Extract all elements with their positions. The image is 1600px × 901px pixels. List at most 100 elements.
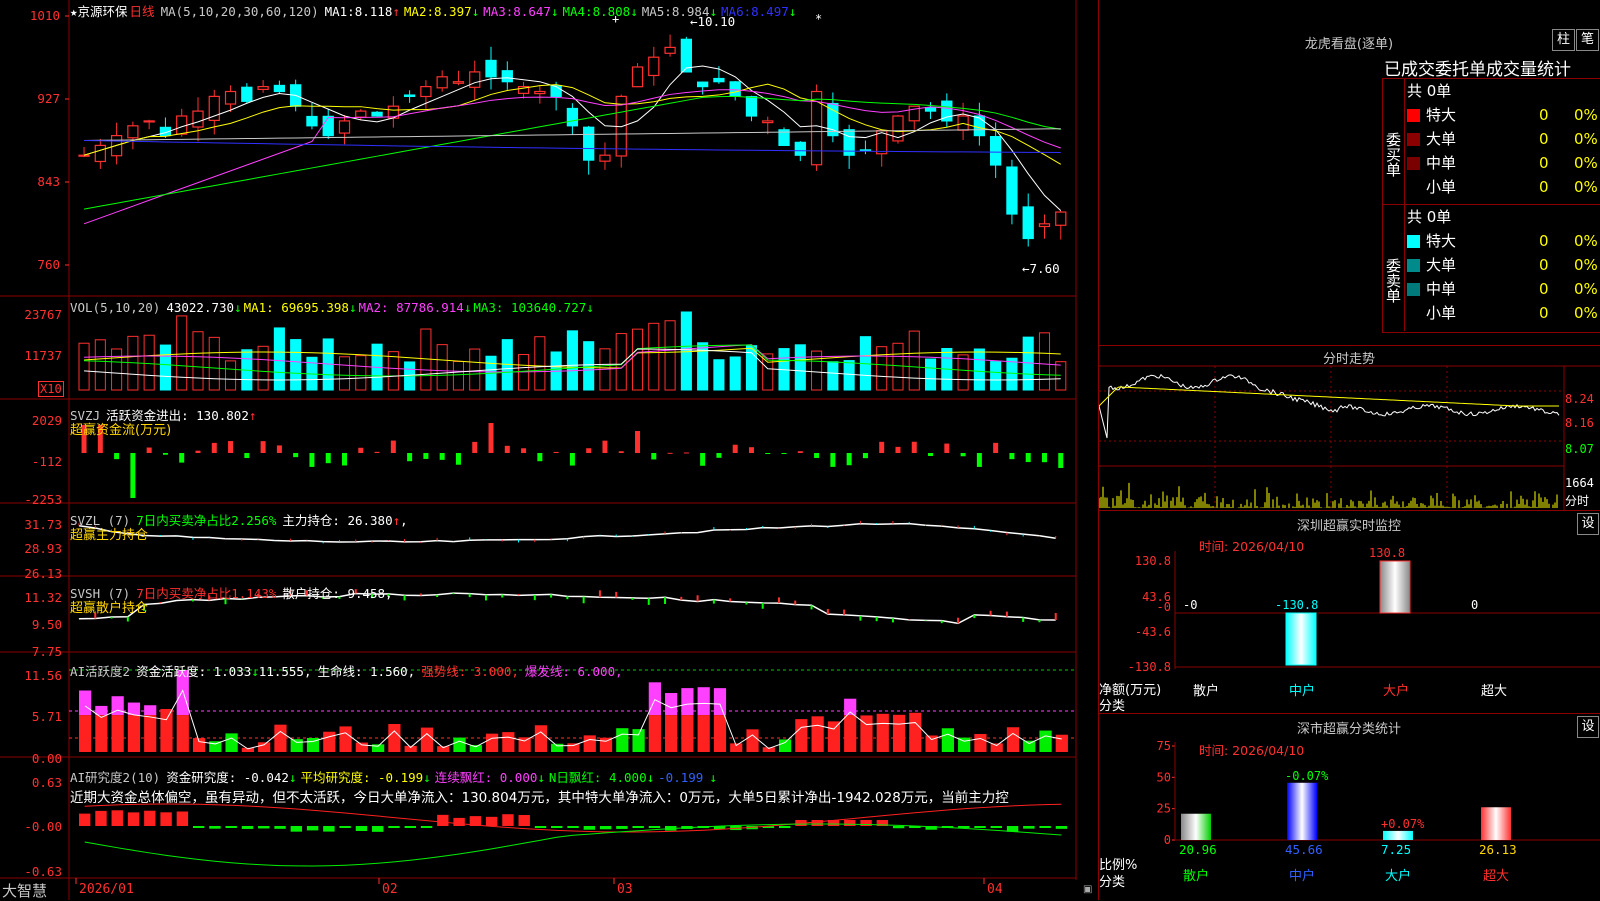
tick-view-button[interactable]: 笔 [1576, 29, 1599, 51]
activity-bar [974, 733, 987, 752]
activity-bar [388, 723, 401, 752]
classify-value-label: 45.66 [1285, 842, 1323, 857]
research-bar [323, 826, 335, 832]
buy-row: 中单 0 0% [1407, 151, 1600, 175]
row-qty: 0 [1539, 130, 1549, 148]
monitor-axis-label: -130.8 [1128, 660, 1171, 674]
fund-flow-bar [146, 447, 152, 453]
volume-bar [908, 330, 920, 391]
fund-flow-bar [928, 453, 934, 457]
favorite-star-icon[interactable]: ★ [70, 4, 78, 19]
ai1-strong: 强势线: 3.000, [421, 664, 519, 679]
activity-bar [713, 715, 727, 752]
candle-body [371, 111, 383, 117]
candle-body [583, 126, 595, 161]
ai2-red: 连续飘红: 0.000 [434, 770, 538, 785]
activity-bar-burst [95, 705, 108, 716]
candle-body [1022, 206, 1034, 240]
intraday-axis-label: 8.07 [1565, 442, 1594, 456]
event-marker-star[interactable]: * [815, 12, 822, 26]
fund-flow-bar [521, 448, 527, 453]
sell-row: 大单 0 0% [1407, 253, 1600, 277]
candle-body [224, 90, 237, 105]
candle-body [257, 85, 269, 91]
candle-body [745, 96, 758, 117]
main-chart-area[interactable]: ★京源环保 日线 MA(5,10,20,30,60,120) MA1:8.118↑ MA… [0, 0, 1098, 900]
candle-body [713, 77, 725, 83]
research-bar [583, 826, 596, 830]
candle-body [973, 115, 986, 137]
avg-price-line [1099, 386, 1559, 407]
lock-icon[interactable]: ▣ [1083, 884, 1092, 895]
activity-bar [176, 715, 189, 752]
classify-bar [1181, 813, 1211, 840]
row-name: 特大 [1426, 232, 1457, 250]
x-axis-date: 02 [382, 882, 398, 897]
activity-bar [258, 742, 271, 752]
volume-bar [225, 360, 237, 391]
fund-flow-bar [700, 453, 706, 466]
volume-bar [534, 336, 546, 391]
ai2-header: AI研究度2(10) 资金研究度: -0.042↓ 平均研究度: -0.199↓ 连续… [70, 767, 723, 786]
ai1-axis-label: 5.71 [31, 709, 62, 724]
volume-bar [111, 348, 123, 391]
candle-body [762, 120, 774, 124]
activity-bar [827, 721, 841, 752]
svsh-axis-label: 7.75 [31, 644, 62, 659]
fund-flow-bar [569, 453, 575, 466]
monitor-axis-label: 130.8 [1135, 554, 1171, 568]
bar-view-button[interactable]: 柱 [1552, 29, 1575, 51]
row-qty: 0 [1539, 280, 1549, 298]
activity-bar [876, 713, 889, 752]
candle-body [924, 107, 937, 112]
svzj-axis-label: -2253 [24, 492, 62, 507]
volume-bar [957, 354, 969, 391]
volume-bar [355, 355, 367, 391]
activity-bar [665, 715, 678, 752]
fund-flow-bar [1025, 453, 1031, 463]
activity-bar [583, 735, 596, 752]
arrow-up-icon: ↑ [392, 4, 400, 19]
intraday-panel[interactable]: 分时走势 8.24 8.16 8.07 1664 分时 [1099, 346, 1600, 510]
fund-flow-bar [423, 453, 429, 459]
fund-flow-bar [504, 445, 510, 453]
candle-body [599, 154, 611, 162]
candle-body [566, 107, 579, 127]
row-name: 中单 [1426, 154, 1457, 172]
volume-bar [583, 341, 595, 391]
research-bar [176, 811, 189, 826]
activity-bar [697, 715, 710, 752]
research-bar [453, 817, 465, 826]
ai2-axis-label: 0.63 [31, 775, 62, 790]
activity-bar-burst [713, 688, 727, 716]
volume-bar [159, 344, 171, 391]
period-label[interactable]: 日线 [130, 4, 155, 19]
research-bar [648, 826, 661, 828]
classify-axis-label: 50 [1157, 770, 1171, 784]
main-chart-svg[interactable] [0, 0, 1098, 900]
intraday-vol-unit: 分时 [1565, 494, 1590, 508]
volume-bar [680, 311, 692, 391]
fund-flow-bar [130, 453, 136, 498]
row-pct: 0% [1574, 130, 1598, 148]
activity-bar [323, 731, 336, 752]
svzl-axis-label: 31.73 [24, 517, 62, 532]
event-marker-plus[interactable]: + [612, 12, 619, 26]
research-bar [534, 826, 547, 828]
fund-flow-bar [960, 453, 966, 457]
fund-flow-bar [439, 453, 445, 460]
activity-bar [420, 727, 434, 752]
candle-body [241, 86, 253, 102]
svzj-axis-label: -112 [31, 454, 62, 469]
ai1-v2: 11.555, [258, 664, 312, 679]
legend-swatch [1407, 181, 1420, 194]
fund-flow-bar [976, 453, 982, 467]
sell-row: 中单 0 0% [1407, 277, 1600, 301]
svzl-holding: 主力持仓: 26.380 [282, 513, 393, 528]
row-name: 中单 [1426, 280, 1457, 298]
intraday-chart-svg[interactable] [1099, 346, 1600, 510]
activity-bar [1006, 727, 1020, 752]
ai2-def: AI研究度2(10) [70, 770, 161, 785]
fund-flow-bar [993, 442, 999, 453]
lhb-title: 龙虎看盘(逐单) [1304, 37, 1394, 52]
